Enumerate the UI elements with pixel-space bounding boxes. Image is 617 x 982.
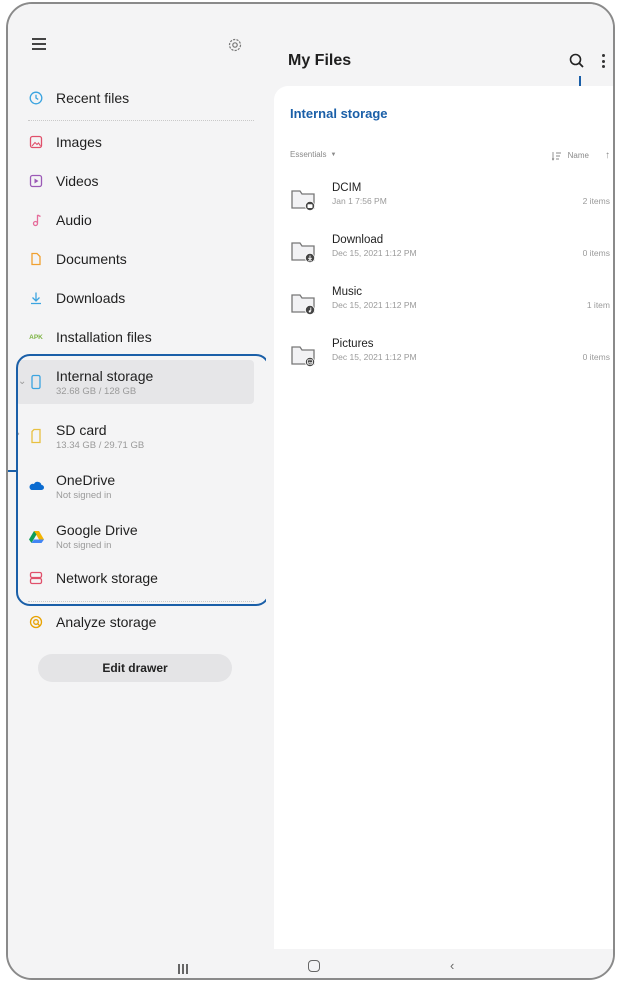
drawer-item-downloads[interactable]: Downloads [16, 282, 254, 314]
folder-music-icon [291, 294, 315, 315]
phone-icon [31, 374, 41, 390]
drawer-item-network-storage[interactable]: Network storage [16, 562, 254, 594]
drawer-item-label: Images [56, 134, 102, 150]
drawer-item-recent-files[interactable]: Recent files [16, 82, 254, 114]
audio-icon [32, 214, 41, 227]
drawer-item-images[interactable]: Images [16, 126, 254, 158]
folder-date: Dec 15, 2021 1:12 PM [332, 248, 417, 258]
drawer-item-label: Videos [56, 173, 99, 189]
folder-item-count: 0 items [582, 352, 610, 362]
callout-leader-line [8, 470, 18, 472]
back-icon[interactable]: ‹ [450, 958, 454, 973]
image-icon [29, 135, 43, 149]
dropdown-arrow-icon: ▼ [330, 151, 337, 158]
drawer-item-label: SD card [56, 421, 107, 438]
folder-date: Dec 15, 2021 1:12 PM [332, 352, 417, 362]
drawer-item-installation-files[interactable]: APK Installation files [16, 321, 254, 353]
folder-camera-icon [291, 190, 315, 211]
clock-icon [29, 91, 43, 105]
video-icon [29, 174, 43, 188]
drawer-item-label: Audio [56, 212, 92, 228]
download-icon [31, 292, 41, 305]
drawer-item-label: Downloads [56, 290, 126, 306]
system-navigation-bar: ‹ [8, 949, 613, 978]
sort-icon [551, 151, 561, 161]
gear-icon[interactable] [227, 37, 243, 53]
recent-apps-icon[interactable] [178, 961, 190, 974]
more-options-icon[interactable] [600, 54, 606, 70]
folder-picture-icon [291, 346, 315, 367]
tablet-frame: Recent files Images Videos Audio Documen… [6, 2, 615, 980]
main-panel: My Files Internal storage Essentials ▼ N… [266, 4, 613, 949]
menu-icon[interactable] [32, 38, 46, 50]
drawer-item-onedrive[interactable]: OneDrive Not signed in [16, 464, 254, 508]
sd-card-icon [31, 428, 41, 444]
drawer-item-analyze-storage[interactable]: Analyze storage [16, 606, 254, 638]
google-drive-icon [28, 530, 44, 543]
apk-icon: APK [29, 333, 43, 341]
edit-drawer-button[interactable]: Edit drawer [38, 654, 232, 682]
divider [28, 120, 254, 121]
folder-name: Download [332, 234, 384, 246]
folder-row-download[interactable]: Download Dec 15, 2021 1:12 PM 0 items [290, 234, 610, 270]
drawer-item-google-drive[interactable]: Google Drive Not signed in [16, 514, 254, 558]
filter-label: Essentials [290, 150, 327, 159]
navigation-drawer: Recent files Images Videos Audio Documen… [8, 4, 266, 949]
folder-row-music[interactable]: Music Dec 15, 2021 1:12 PM 1 item [290, 286, 610, 322]
file-list-card: Internal storage Essentials ▼ Name ↑ DCI… [274, 86, 613, 949]
onedrive-icon [29, 481, 44, 490]
sign-in-status: Not signed in [56, 489, 112, 501]
sort-label: Name [567, 151, 589, 160]
folder-name: Music [332, 286, 363, 298]
document-icon [31, 252, 41, 266]
drawer-item-label: Network storage [56, 570, 158, 586]
folder-name: Pictures [332, 338, 374, 350]
drawer-item-label: Documents [56, 251, 127, 267]
folder-item-count: 1 item [586, 300, 610, 310]
folder-download-icon [291, 242, 315, 263]
drawer-item-label: Internal storage [56, 367, 154, 384]
filter-sort-bar: Essentials ▼ Name ↑ [290, 150, 610, 164]
folder-row-pictures[interactable]: Pictures Dec 15, 2021 1:12 PM 0 items [290, 338, 610, 374]
sort-control[interactable]: Name ↑ [551, 150, 610, 161]
sort-direction-arrow-icon[interactable]: ↑ [605, 150, 610, 161]
chevron-right-icon[interactable]: › [16, 428, 20, 440]
divider [28, 601, 254, 602]
drawer-item-label: Installation files [56, 329, 152, 345]
folder-date: Jan 1 7:56 PM [332, 196, 387, 206]
drawer-header [8, 32, 266, 62]
filter-dropdown[interactable]: Essentials ▼ [290, 150, 336, 159]
storage-usage: 13.34 GB / 29.71 GB [56, 439, 145, 451]
analyze-storage-icon [29, 615, 43, 629]
drawer-item-label: Recent files [56, 90, 130, 106]
drawer-item-audio[interactable]: Audio [16, 204, 254, 236]
sign-in-status: Not signed in [56, 539, 112, 551]
drawer-item-documents[interactable]: Documents [16, 243, 254, 275]
page-title: My Files [288, 52, 352, 69]
drawer-item-videos[interactable]: Videos [16, 165, 254, 197]
drawer-item-internal-storage[interactable]: Internal storage 32.68 GB / 128 GB [16, 360, 254, 404]
folder-item-count: 0 items [582, 248, 610, 258]
folder-name: DCIM [332, 182, 362, 194]
network-storage-icon [29, 571, 43, 585]
drawer-item-label: Analyze storage [56, 614, 157, 630]
search-icon[interactable] [568, 52, 586, 70]
drawer-item-sd-card[interactable]: SD card 13.34 GB / 29.71 GB [16, 414, 254, 458]
folder-item-count: 2 items [582, 196, 610, 206]
chevron-down-icon[interactable]: ⌄ [18, 376, 26, 387]
home-icon[interactable] [308, 960, 320, 972]
folder-date: Dec 15, 2021 1:12 PM [332, 300, 417, 310]
drawer-item-label: OneDrive [56, 471, 116, 488]
current-location: Internal storage [290, 106, 388, 121]
folder-row-dcim[interactable]: DCIM Jan 1 7:56 PM 2 items [290, 182, 610, 218]
storage-usage: 32.68 GB / 128 GB [56, 385, 137, 397]
drawer-item-label: Google Drive [56, 521, 138, 538]
